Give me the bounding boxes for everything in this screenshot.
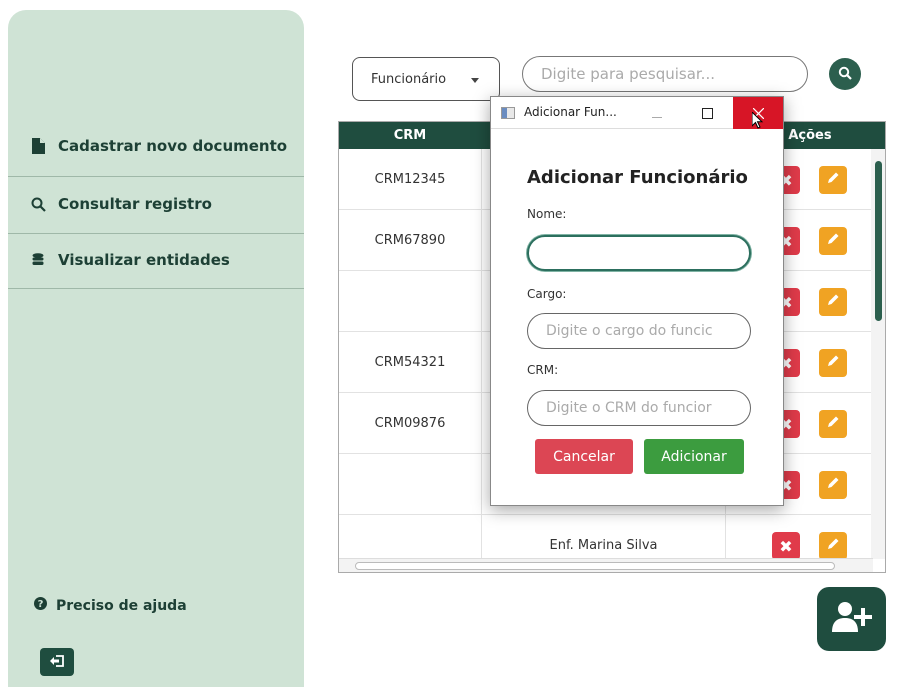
maximize-icon: [701, 104, 713, 123]
scrollbar-thumb[interactable]: [355, 562, 835, 570]
caret-down-icon: [471, 78, 479, 83]
edit-button[interactable]: [819, 166, 847, 194]
dropdown-value: Funcionário: [371, 71, 447, 87]
cancel-button[interactable]: Cancelar: [535, 439, 633, 474]
crm-cell: CRM09876: [374, 415, 446, 431]
add-user-button[interactable]: [817, 587, 886, 651]
search-input[interactable]: [522, 56, 808, 92]
sign-out-icon: [49, 653, 65, 672]
delete-button[interactable]: ✖: [772, 532, 800, 560]
column-header-crm[interactable]: CRM: [339, 122, 481, 149]
file-icon: [30, 138, 46, 154]
close-icon: ✖: [779, 536, 793, 556]
name-label: Nome:: [527, 207, 567, 221]
app-window: Cadastrar novo documento Consultar regis…: [0, 0, 907, 687]
role-label: Cargo:: [527, 287, 567, 301]
dialog-titlebar[interactable]: Adicionar Fun...: [491, 97, 783, 129]
sidebar-item-label: Visualizar entidades: [58, 251, 230, 269]
sidebar-item-cadastrar[interactable]: Cadastrar novo documento: [8, 118, 304, 174]
edit-button[interactable]: [819, 227, 847, 255]
edit-button[interactable]: [819, 532, 847, 560]
pencil-icon: [826, 293, 840, 311]
add-button[interactable]: Adicionar: [644, 439, 744, 474]
window-title: Adicionar Fun...: [524, 105, 617, 119]
sidebar-item-visualizar[interactable]: Visualizar entidades: [8, 232, 304, 288]
horizontal-scrollbar[interactable]: [339, 558, 873, 572]
divider: [8, 288, 304, 289]
sidebar-item-label: Cadastrar novo documento: [58, 137, 288, 155]
sidebar-item-label: Consultar registro: [58, 195, 212, 213]
vertical-scrollbar[interactable]: [871, 149, 885, 559]
question-circle-icon: ?: [34, 597, 47, 614]
help-link[interactable]: ? Preciso de ajuda: [34, 597, 187, 614]
pencil-icon: [826, 476, 840, 494]
mouse-cursor-icon: [751, 110, 764, 134]
column-header-acoes[interactable]: Ações: [775, 122, 845, 149]
name-input[interactable]: [527, 235, 751, 271]
search-icon: [30, 196, 46, 212]
edit-button[interactable]: [819, 471, 847, 499]
crm-cell: [339, 271, 481, 331]
pencil-icon: [826, 232, 840, 250]
crm-cell: CRM12345: [374, 171, 446, 187]
pencil-icon: [826, 415, 840, 433]
help-label: Preciso de ajuda: [56, 597, 187, 614]
edit-button[interactable]: [819, 410, 847, 438]
add-user-icon: [831, 600, 872, 638]
pencil-icon: [826, 171, 840, 189]
crm-input[interactable]: [527, 390, 751, 426]
add-employee-dialog: Adicionar Fun... Adicionar Funcionário N…: [490, 96, 784, 506]
minimize-icon: [652, 104, 662, 123]
crm-cell: CRM54321: [374, 354, 446, 370]
sidebar: Cadastrar novo documento Consultar regis…: [8, 10, 304, 687]
app-icon: [501, 107, 515, 119]
sidebar-item-consultar[interactable]: Consultar registro: [8, 176, 304, 232]
edit-button[interactable]: [819, 288, 847, 316]
minimize-button[interactable]: [641, 97, 673, 129]
crm-label: CRM:: [527, 363, 559, 377]
scrollbar-thumb[interactable]: [875, 161, 882, 321]
entity-type-dropdown[interactable]: Funcionário: [352, 57, 500, 101]
search-icon: [838, 65, 852, 84]
logout-button[interactable]: [40, 648, 74, 676]
crm-cell: [339, 454, 481, 514]
pencil-icon: [826, 537, 840, 555]
dialog-heading: Adicionar Funcionário: [527, 167, 748, 188]
maximize-button[interactable]: [691, 97, 723, 129]
database-icon: [30, 252, 46, 268]
crm-cell: CRM67890: [374, 232, 446, 248]
pencil-icon: [826, 354, 840, 372]
svg-text:?: ?: [38, 599, 44, 610]
edit-button[interactable]: [819, 349, 847, 377]
role-input[interactable]: [527, 313, 751, 349]
search-button[interactable]: [829, 58, 861, 90]
